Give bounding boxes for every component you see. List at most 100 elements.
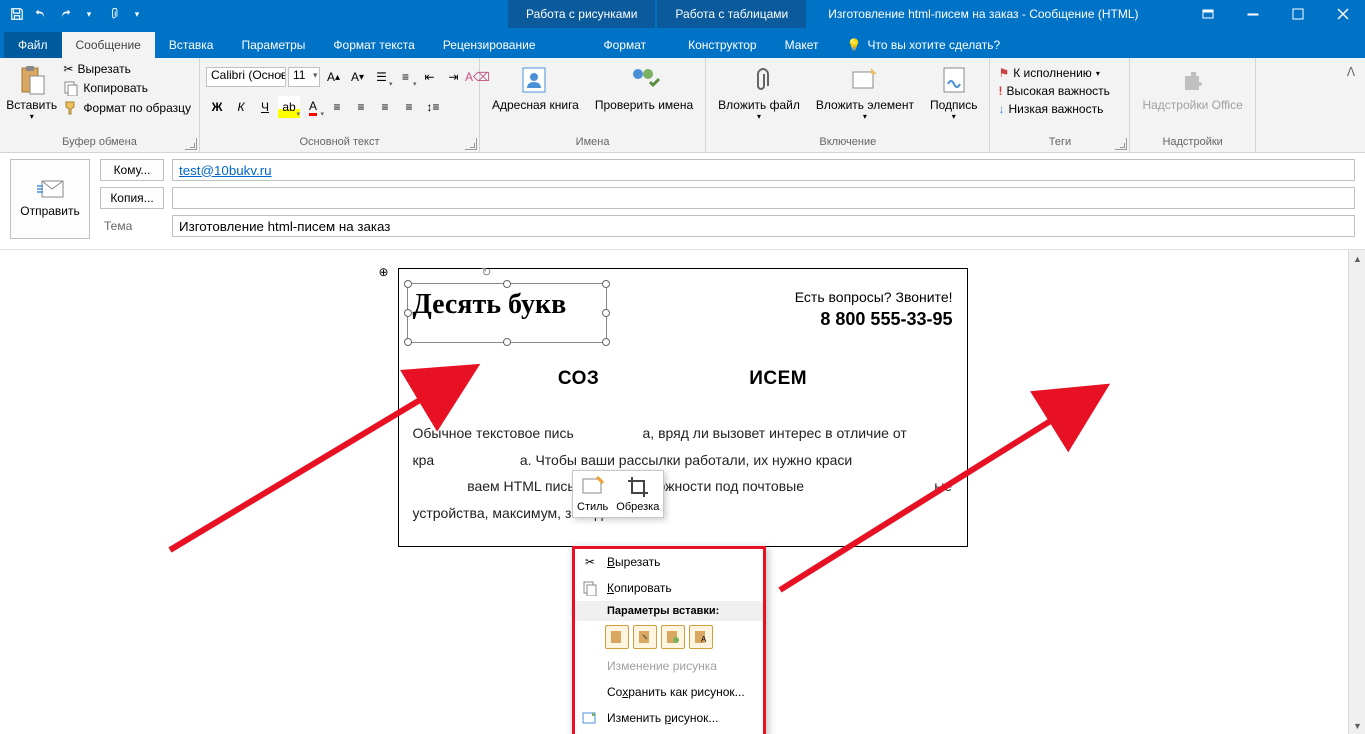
tab-design[interactable]: Конструктор xyxy=(674,32,770,58)
tell-me-search[interactable]: 💡 Что вы хотите сделать? xyxy=(841,32,1007,58)
resize-handle[interactable] xyxy=(404,280,412,288)
indent-icon[interactable]: ⇥ xyxy=(442,66,464,88)
picture-style-button[interactable]: Стиль xyxy=(577,475,608,513)
resize-handle[interactable] xyxy=(404,338,412,346)
tab-options[interactable]: Параметры xyxy=(227,32,319,58)
clipboard-dialog-launcher[interactable] xyxy=(185,138,197,150)
tab-insert[interactable]: Вставка xyxy=(155,32,228,58)
tab-format-text[interactable]: Формат текста xyxy=(319,32,428,58)
minimize-icon[interactable] xyxy=(1230,0,1275,28)
font-dialog-launcher[interactable] xyxy=(465,138,477,150)
group-label-font: Основной текст xyxy=(204,136,475,150)
ctx-change-picture2[interactable]: Изменить рисунок... xyxy=(575,705,763,731)
resize-handle[interactable] xyxy=(602,338,610,346)
bold-icon[interactable]: Ж xyxy=(206,96,228,118)
envelope-send-icon xyxy=(36,180,64,198)
resize-handle[interactable] xyxy=(404,309,412,317)
vertical-scrollbar[interactable]: ▲ ▼ xyxy=(1348,250,1365,734)
tab-file[interactable]: Файл xyxy=(4,32,62,58)
qat-more-icon[interactable]: ▾ xyxy=(126,3,148,25)
scroll-up-icon[interactable]: ▲ xyxy=(1349,250,1365,267)
compose-header: Отправить Кому... Копия... Тема xyxy=(0,153,1365,249)
send-button[interactable]: Отправить xyxy=(10,159,90,239)
cut-button[interactable]: ✂Вырезать xyxy=(59,60,195,78)
image-selection[interactable] xyxy=(407,283,607,343)
group-label-clipboard: Буфер обмена xyxy=(4,136,195,150)
grow-font-icon[interactable]: A▴ xyxy=(322,66,344,88)
follow-up-button[interactable]: ⚑К исполнению▾ xyxy=(994,64,1103,82)
format-painter-button[interactable]: Формат по образцу xyxy=(59,98,195,118)
align-left-icon[interactable]: ≡ xyxy=(326,96,348,118)
window-title: Изготовление html-писем на заказ - Сообщ… xyxy=(828,7,1138,21)
check-names-icon xyxy=(628,64,660,96)
underline-icon[interactable]: Ч xyxy=(254,96,276,118)
office-addins-button[interactable]: Надстройки Office xyxy=(1134,60,1250,116)
mini-toolbar: Стиль Обрезка xyxy=(572,470,664,518)
email-content: ⊕ ↻ Десять букв Есть вопросы? Звоните! 8… xyxy=(398,268,968,547)
cc-button[interactable]: Копия... xyxy=(100,187,164,209)
bullets-icon[interactable]: ☰ xyxy=(370,66,392,88)
outdent-icon[interactable]: ⇤ xyxy=(418,66,440,88)
tab-review[interactable]: Рецензирование xyxy=(429,32,550,58)
rotate-handle-icon[interactable]: ↻ xyxy=(481,265,497,281)
message-body-canvas[interactable]: ▲ ▼ Стиль Обрезка ✂ВВырезатьырезать Копи… xyxy=(0,249,1365,734)
font-size-combo[interactable]: 11 xyxy=(288,67,320,87)
qat-dropdown-icon[interactable]: ▾ xyxy=(78,3,100,25)
attach-item-button[interactable]: Вложить элемент▾ xyxy=(808,60,922,125)
check-names-button[interactable]: Проверить имена xyxy=(587,60,701,116)
tab-layout[interactable]: Макет xyxy=(771,32,833,58)
copy-button[interactable]: Копировать xyxy=(59,78,195,98)
cc-field[interactable] xyxy=(172,187,1355,209)
context-menu: ✂ВВырезатьырезать Копировать Параметры в… xyxy=(572,546,766,734)
ribbon-display-icon[interactable] xyxy=(1185,0,1230,28)
scroll-down-icon[interactable]: ▼ xyxy=(1349,717,1365,734)
signature-button[interactable]: Подпись▾ xyxy=(922,60,986,125)
low-importance-button[interactable]: ↓Низкая важность xyxy=(994,100,1107,118)
tab-message[interactable]: Сообщение xyxy=(62,32,155,58)
save-icon[interactable] xyxy=(6,3,28,25)
italic-icon[interactable]: К xyxy=(230,96,252,118)
line-spacing-icon[interactable]: ↕≡ xyxy=(422,96,444,118)
title-bar: ▾ ▾ Работа с рисунками Работа с таблицам… xyxy=(0,0,1365,28)
paste-opt-4[interactable]: A xyxy=(689,625,713,649)
ctx-save-as-picture[interactable]: Сохранить как рисунок... xyxy=(575,679,763,705)
highlight-icon[interactable]: ab xyxy=(278,96,300,118)
close-icon[interactable] xyxy=(1320,0,1365,28)
high-importance-button[interactable]: !Высокая важность xyxy=(994,82,1113,100)
to-button[interactable]: Кому... xyxy=(100,159,164,181)
to-field[interactable] xyxy=(172,159,1355,181)
resize-handle[interactable] xyxy=(503,338,511,346)
paste-opt-1[interactable] xyxy=(605,625,629,649)
align-center-icon[interactable]: ≡ xyxy=(350,96,372,118)
resize-handle[interactable] xyxy=(602,309,610,317)
tags-dialog-launcher[interactable] xyxy=(1115,138,1127,150)
align-justify-icon[interactable]: ≡ xyxy=(398,96,420,118)
paste-opt-3[interactable] xyxy=(661,625,685,649)
ctx-paste-header: Параметры вставки: xyxy=(575,601,763,621)
attach-icon[interactable] xyxy=(102,3,124,25)
numbering-icon[interactable]: ≡ xyxy=(394,66,416,88)
ctx-copy[interactable]: Копировать xyxy=(575,575,763,601)
undo-icon[interactable] xyxy=(30,3,52,25)
svg-text:A: A xyxy=(701,635,707,644)
maximize-icon[interactable] xyxy=(1275,0,1320,28)
resize-handle[interactable] xyxy=(503,280,511,288)
redo-icon[interactable] xyxy=(54,3,76,25)
paste-button[interactable]: Вставить▾ xyxy=(4,60,59,125)
attach-file-button[interactable]: Вложить файл▾ xyxy=(710,60,808,125)
tab-format[interactable]: Формат xyxy=(590,32,661,58)
resize-handle[interactable] xyxy=(602,280,610,288)
font-name-combo[interactable]: Calibri (Основной текст) xyxy=(206,67,286,87)
address-book-button[interactable]: Адресная книга xyxy=(484,60,587,116)
shrink-font-icon[interactable]: A▾ xyxy=(346,66,368,88)
collapse-ribbon-icon[interactable]: ᐱ xyxy=(1341,62,1361,82)
align-right-icon[interactable]: ≡ xyxy=(374,96,396,118)
group-label-addins: Надстройки xyxy=(1134,136,1250,150)
font-color-icon[interactable]: A xyxy=(302,96,324,118)
ctx-cut[interactable]: ✂ВВырезатьырезать xyxy=(575,549,763,575)
paste-opt-2[interactable] xyxy=(633,625,657,649)
subject-field[interactable] xyxy=(172,215,1355,237)
change-pic-icon xyxy=(581,709,599,727)
flag-icon: ⚑ xyxy=(998,66,1009,80)
crop-button[interactable]: Обрезка xyxy=(616,475,659,513)
